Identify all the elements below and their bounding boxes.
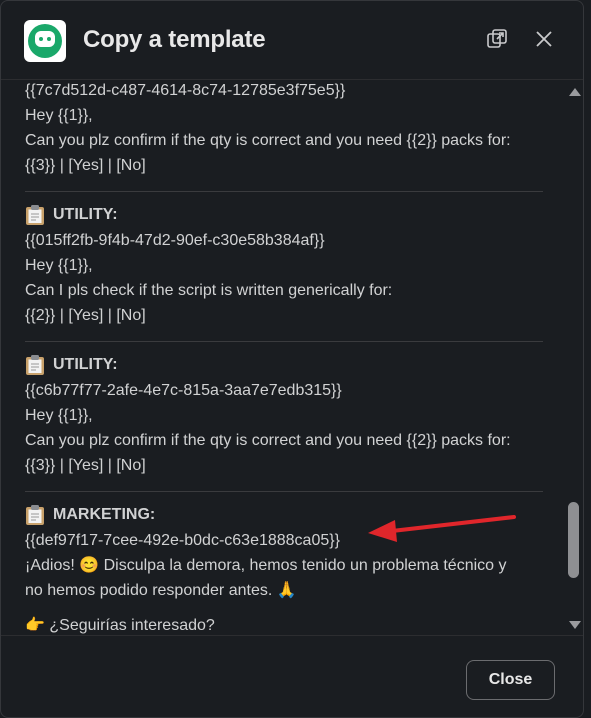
- template-item[interactable]: UTILITY: {{c6b77f77-2afe-4e7c-815a-3aa7e…: [25, 342, 543, 492]
- template-line: no hemos podido responder antes. 🙏: [25, 582, 297, 599]
- template-item[interactable]: {{7c7d512d-c487-4614-8c74-12785e3f75e5}}…: [25, 80, 543, 192]
- scroll-thumb[interactable]: [568, 502, 579, 578]
- scrollbar[interactable]: [564, 80, 583, 634]
- template-id: {{def97f17-7cee-492e-b0dc-c63e1888ca05}}: [25, 532, 340, 549]
- clipboard-icon: [25, 204, 45, 226]
- template-category: UTILITY:: [53, 356, 118, 373]
- copy-template-modal: Copy a template {{7c7d512d-c487-4614-8c7…: [0, 0, 584, 718]
- template-line: Can you plz confirm if the qty is correc…: [25, 132, 511, 149]
- template-line: Hey {{1}},: [25, 257, 93, 274]
- scroll-down-icon[interactable]: [569, 621, 581, 629]
- template-id: {{c6b77f77-2afe-4e7c-815a-3aa7e7edb315}}: [25, 382, 342, 399]
- popout-icon[interactable]: [485, 27, 509, 51]
- template-line: Hey {{1}},: [25, 107, 93, 124]
- template-list[interactable]: {{7c7d512d-c487-4614-8c74-12785e3f75e5}}…: [1, 80, 583, 634]
- template-line: Can I pls check if the script is written…: [25, 282, 393, 299]
- template-line: {{2}} | [Yes] | [No]: [25, 307, 146, 324]
- template-id: {{015ff2fb-9f4b-47d2-90ef-c30e58b384af}}: [25, 232, 325, 249]
- clipboard-icon: [25, 504, 45, 526]
- template-line: Hey {{1}},: [25, 407, 93, 424]
- close-icon[interactable]: [532, 27, 556, 51]
- template-line: 👉 ¿Seguirías interesado?: [25, 617, 215, 634]
- app-logo: [24, 20, 66, 62]
- template-category: UTILITY:: [53, 206, 118, 223]
- template-item[interactable]: MARKETING: {{def97f17-7cee-492e-b0dc-c63…: [25, 492, 543, 634]
- clipboard-icon: [25, 354, 45, 376]
- scroll-up-icon[interactable]: [569, 88, 581, 96]
- template-id: {{7c7d512d-c487-4614-8c74-12785e3f75e5}}: [25, 82, 346, 99]
- close-button[interactable]: Close: [466, 660, 555, 700]
- template-line: {{3}} | [Yes] | [No]: [25, 157, 146, 174]
- template-line: ¡Adios! 😊 Disculpa la demora, hemos teni…: [25, 557, 507, 574]
- template-line: {{3}} | [Yes] | [No]: [25, 457, 146, 474]
- modal-title: Copy a template: [83, 26, 266, 53]
- modal-footer: Close: [1, 635, 583, 717]
- template-line: Can you plz confirm if the qty is correc…: [25, 432, 511, 449]
- template-category: MARKETING:: [53, 506, 156, 523]
- template-item[interactable]: UTILITY: {{015ff2fb-9f4b-47d2-90ef-c30e5…: [25, 192, 543, 342]
- modal-header: Copy a template: [1, 1, 583, 80]
